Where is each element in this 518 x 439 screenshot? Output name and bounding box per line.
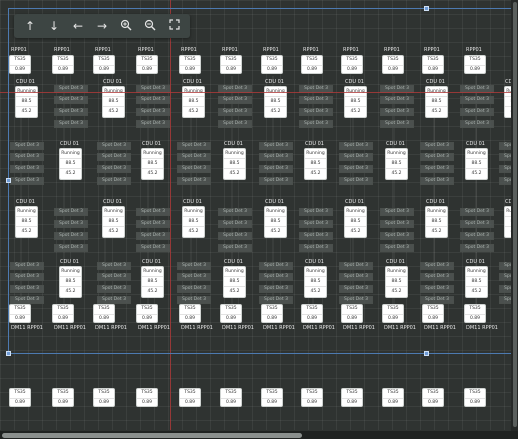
- zoom-out-icon: [144, 19, 156, 34]
- grid-line: [0, 0, 518, 1]
- tag-card[interactable]: TS35 0.89: [382, 388, 404, 407]
- tag-card[interactable]: TS35 0.89: [422, 388, 444, 407]
- grid-line: [0, 364, 518, 365]
- tag-card[interactable]: TS35 0.89: [220, 388, 242, 407]
- tag-card[interactable]: TS35 0.89: [93, 388, 115, 407]
- tag-value: 0.89: [387, 399, 399, 405]
- selection-handle-bottom[interactable]: [424, 351, 429, 356]
- tag-value: TS35: [423, 389, 443, 399]
- tag-value: 0.89: [427, 399, 439, 405]
- pan-right-button[interactable]: →: [93, 17, 111, 35]
- tag-card[interactable]: TS35 0.89: [341, 388, 363, 407]
- vertical-scroll-thumb[interactable]: [512, 2, 517, 427]
- tag-value: TS35: [137, 389, 157, 399]
- tag-value: 0.89: [141, 399, 153, 405]
- tag-value: 0.89: [184, 399, 196, 405]
- pan-down-button[interactable]: ↓: [45, 17, 63, 35]
- arrow-right-icon: →: [96, 19, 108, 33]
- tag-value: 0.89: [306, 399, 318, 405]
- tag-card[interactable]: TS35 0.89: [464, 388, 486, 407]
- tag-value: 0.89: [266, 399, 278, 405]
- selection-handle-top[interactable]: [424, 6, 429, 11]
- zoom-in-icon: [120, 19, 132, 34]
- tag-card[interactable]: TS35 0.89: [9, 388, 31, 407]
- tag-value: 0.89: [14, 399, 26, 405]
- grid-line: [0, 378, 518, 379]
- tag-value: TS35: [302, 389, 322, 399]
- tag-value: TS35: [465, 389, 485, 399]
- fit-screen-icon: [168, 19, 180, 33]
- fit-view-button[interactable]: [165, 17, 183, 35]
- selection-frame[interactable]: [8, 8, 518, 354]
- grid-line: [0, 420, 518, 421]
- tag-card[interactable]: TS35 0.89: [261, 388, 283, 407]
- tag-value: TS35: [10, 389, 30, 399]
- tag-value: TS35: [262, 389, 282, 399]
- arrow-down-icon: ↓: [48, 19, 60, 33]
- pan-left-button[interactable]: ←: [69, 17, 87, 35]
- tag-value: 0.89: [57, 399, 69, 405]
- selection-handle-left[interactable]: [6, 178, 11, 183]
- horizontal-scrollbar[interactable]: [0, 431, 518, 439]
- pan-up-button[interactable]: ↑: [21, 17, 39, 35]
- tag-value: TS35: [342, 389, 362, 399]
- tag-value: 0.89: [346, 399, 358, 405]
- zoom-in-button[interactable]: [117, 17, 135, 35]
- tag-card[interactable]: TS35 0.89: [179, 388, 201, 407]
- tag-card[interactable]: TS35 0.89: [52, 388, 74, 407]
- selection-handle-bottom-left[interactable]: [6, 351, 11, 356]
- grid-line: [0, 0, 1, 430]
- zoom-out-button[interactable]: [141, 17, 159, 35]
- tag-value: TS35: [94, 389, 114, 399]
- tag-value: TS35: [53, 389, 73, 399]
- tag-value: TS35: [383, 389, 403, 399]
- tag-value: TS35: [221, 389, 241, 399]
- view-toolbar: ↑ ↓ ← →: [14, 14, 190, 38]
- tag-value: 0.89: [469, 399, 481, 405]
- tag-card[interactable]: TS35 0.89: [136, 388, 158, 407]
- tag-value: TS35: [180, 389, 200, 399]
- arrow-left-icon: ←: [72, 19, 84, 33]
- tag-value: 0.89: [98, 399, 110, 405]
- tag-card[interactable]: TS35 0.89: [301, 388, 323, 407]
- vertical-scrollbar[interactable]: [511, 0, 518, 431]
- arrow-up-icon: ↑: [24, 19, 36, 33]
- horizontal-scroll-thumb[interactable]: [2, 432, 302, 438]
- tag-value: 0.89: [225, 399, 237, 405]
- diagram-canvas[interactable]: RPP01 TS35 0.89 RPP01 TS35 0.89 RPP01 TS35 0.89 R…: [0, 0, 518, 439]
